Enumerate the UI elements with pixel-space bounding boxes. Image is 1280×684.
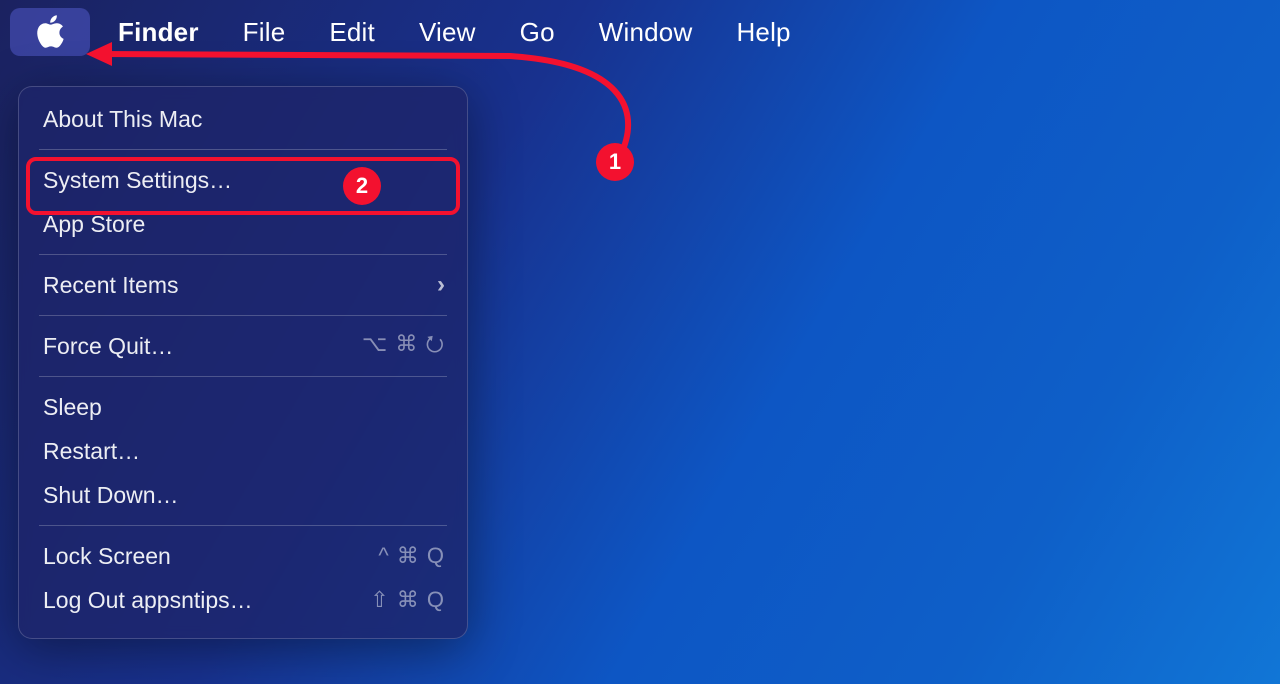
menubar-file[interactable]: File <box>221 17 308 48</box>
annotation-badge-1: 1 <box>596 143 634 181</box>
menu-shut-down[interactable]: Shut Down… <box>19 473 467 517</box>
menu-log-out[interactable]: Log Out appsntips… ⇧ ⌘ Q <box>19 578 467 622</box>
menu-separator <box>39 254 447 255</box>
chevron-right-icon: › <box>437 271 445 299</box>
menu-label: Sleep <box>43 394 102 421</box>
menu-separator <box>39 376 447 377</box>
menu-recent-items[interactable]: Recent Items › <box>19 263 467 307</box>
menu-separator <box>39 315 447 316</box>
menu-label: Lock Screen <box>43 543 171 570</box>
menu-label: Force Quit… <box>43 333 173 360</box>
menu-label: Log Out appsntips… <box>43 587 253 614</box>
menu-about-this-mac[interactable]: About This Mac <box>19 97 467 141</box>
menubar-edit[interactable]: Edit <box>307 17 397 48</box>
shortcut-text: ⌥ ⌘ ⭮ <box>362 327 445 365</box>
shortcut-text: ^ ⌘ Q <box>378 543 445 569</box>
menubar-view[interactable]: View <box>397 17 498 48</box>
menu-label: System Settings… <box>43 167 232 194</box>
menu-label: Recent Items <box>43 272 179 299</box>
annotation-badge-2: 2 <box>343 167 381 205</box>
menu-label: Restart… <box>43 438 140 465</box>
menu-system-settings[interactable]: System Settings… <box>19 158 467 202</box>
apple-menu-button[interactable] <box>10 8 90 56</box>
menu-force-quit[interactable]: Force Quit… ⌥ ⌘ ⭮ <box>19 324 467 368</box>
menubar-go[interactable]: Go <box>498 17 577 48</box>
menu-label: Shut Down… <box>43 482 179 509</box>
menu-label: App Store <box>43 211 145 238</box>
menu-sleep[interactable]: Sleep <box>19 385 467 429</box>
menu-restart[interactable]: Restart… <box>19 429 467 473</box>
menubar: Finder File Edit View Go Window Help <box>0 0 1280 64</box>
menubar-app-name[interactable]: Finder <box>96 17 221 48</box>
menubar-help[interactable]: Help <box>714 17 812 48</box>
menubar-window[interactable]: Window <box>577 17 715 48</box>
apple-menu-dropdown: About This Mac System Settings… App Stor… <box>18 86 468 639</box>
menu-label: About This Mac <box>43 106 202 133</box>
menu-separator <box>39 149 447 150</box>
menu-lock-screen[interactable]: Lock Screen ^ ⌘ Q <box>19 534 467 578</box>
menu-app-store[interactable]: App Store <box>19 202 467 246</box>
apple-logo-icon <box>35 15 65 49</box>
shortcut-text: ⇧ ⌘ Q <box>370 587 445 613</box>
menu-separator <box>39 525 447 526</box>
